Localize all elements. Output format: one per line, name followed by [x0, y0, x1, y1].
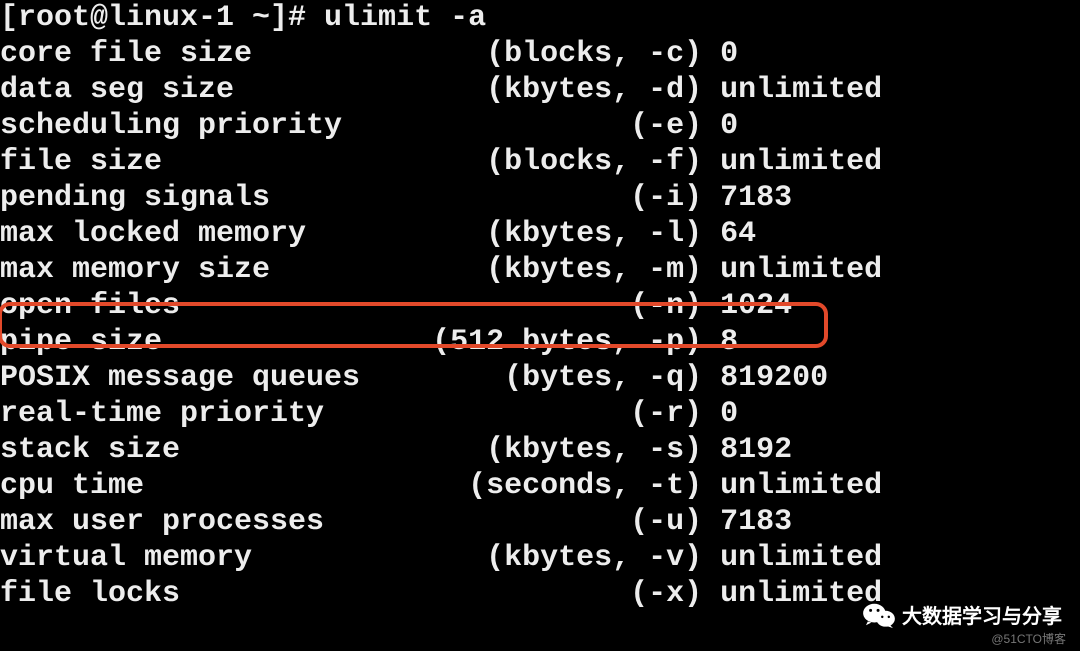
watermark-text: 大数据学习与分享 — [902, 600, 1062, 629]
output-line: real-time priority (-r) 0 — [0, 396, 1080, 432]
terminal-output: [root@linux-1 ~]# ulimit -acore file siz… — [0, 0, 1080, 612]
output-line: pipe size (512 bytes, -p) 8 — [0, 324, 1080, 360]
output-line: stack size (kbytes, -s) 8192 — [0, 432, 1080, 468]
output-line: data seg size (kbytes, -d) unlimited — [0, 72, 1080, 108]
terminal-window[interactable]: [root@linux-1 ~]# ulimit -acore file siz… — [0, 0, 1080, 651]
output-line: pending signals (-i) 7183 — [0, 180, 1080, 216]
watermark: 大数据学习与分享 — [862, 600, 1062, 629]
output-line: virtual memory (kbytes, -v) unlimited — [0, 540, 1080, 576]
output-line: max user processes (-u) 7183 — [0, 504, 1080, 540]
output-line: file size (blocks, -f) unlimited — [0, 144, 1080, 180]
output-line: max memory size (kbytes, -m) unlimited — [0, 252, 1080, 288]
output-line: POSIX message queues (bytes, -q) 819200 — [0, 360, 1080, 396]
output-line: scheduling priority (-e) 0 — [0, 108, 1080, 144]
wechat-icon — [862, 601, 896, 629]
output-line: max locked memory (kbytes, -l) 64 — [0, 216, 1080, 252]
output-line: cpu time (seconds, -t) unlimited — [0, 468, 1080, 504]
command-prompt-line: [root@linux-1 ~]# ulimit -a — [0, 0, 1080, 36]
output-line: core file size (blocks, -c) 0 — [0, 36, 1080, 72]
attribution-text: @51CTO博客 — [991, 630, 1066, 647]
output-line: open files (-n) 1024 — [0, 288, 1080, 324]
